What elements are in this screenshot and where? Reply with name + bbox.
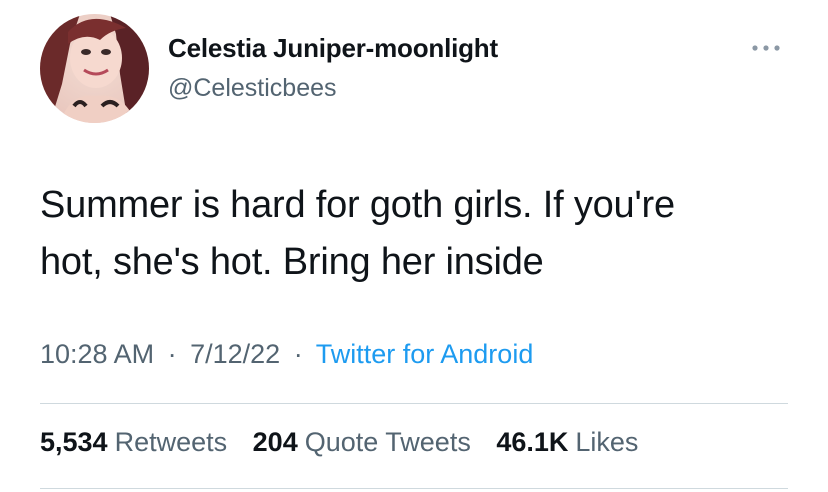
tweet-date[interactable]: 7/12/22 <box>190 339 280 369</box>
meta-separator: · <box>293 339 303 369</box>
divider <box>40 403 788 404</box>
tweet-text-line-2: hot, she's hot. Bring her inside <box>40 241 544 283</box>
tweet-text-line-1: Summer is hard for goth girls. If you're <box>40 184 675 226</box>
tweet-source-link[interactable]: Twitter for Android <box>316 339 534 369</box>
meta-separator: · <box>167 339 177 369</box>
tweet-meta: 10:28 AM · 7/12/22 · Twitter for Android <box>40 339 533 370</box>
avatar-image <box>40 14 149 123</box>
divider <box>40 488 788 489</box>
retweets-count: 5,534 <box>40 427 108 457</box>
likes-stat[interactable]: 46.1K Likes <box>496 427 638 457</box>
quote-tweets-label: Quote Tweets <box>304 427 471 457</box>
tweet-text: Summer is hard for goth girls. If you're… <box>40 177 800 291</box>
more-options-button[interactable] <box>748 38 784 58</box>
likes-label: Likes <box>575 427 639 457</box>
retweets-stat[interactable]: 5,534 Retweets <box>40 427 227 457</box>
author-handle[interactable]: @Celesticbees <box>168 74 337 103</box>
avatar[interactable] <box>40 14 149 123</box>
likes-count: 46.1K <box>496 427 569 457</box>
quote-tweets-stat[interactable]: 204 Quote Tweets <box>253 427 471 457</box>
quote-tweets-count: 204 <box>252 427 298 457</box>
tweet-time[interactable]: 10:28 AM <box>40 339 154 369</box>
author-display-name[interactable]: Celestia Juniper-moonlight <box>168 33 498 64</box>
more-options-icon <box>752 45 780 51</box>
tweet-card: Celestia Juniper-moonlight @Celesticbees… <box>0 0 828 492</box>
tweet-stats: 5,534 Retweets 204 Quote Tweets 46.1K Likes <box>40 427 656 458</box>
retweets-label: Retweets <box>114 427 228 457</box>
